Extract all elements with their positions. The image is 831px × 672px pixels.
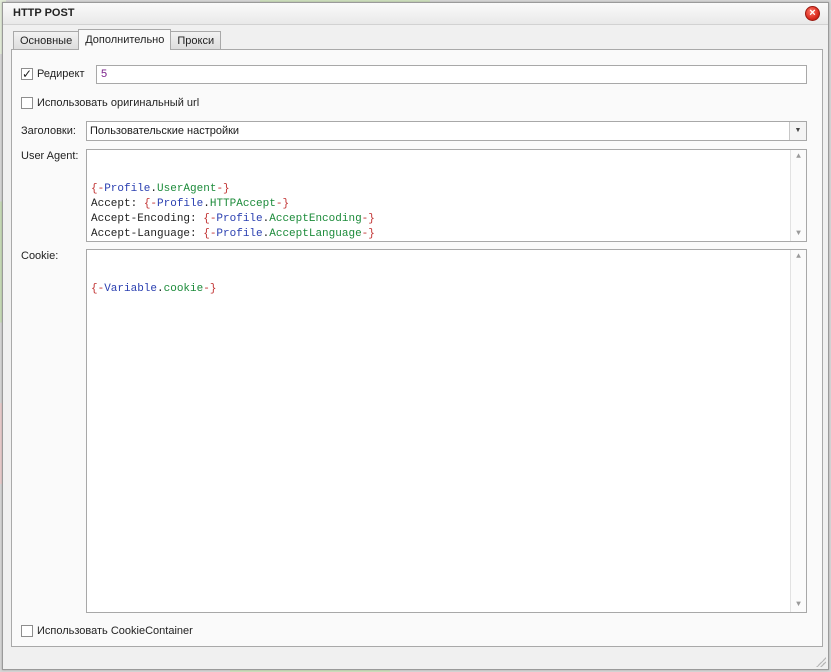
cookie-text: {-Variable.cookie-}: [91, 282, 802, 297]
http-post-dialog: HTTP POST × Основные Дополнительно Прокс…: [2, 2, 829, 670]
code-line: Accept-Encoding: {-Profile.AcceptEncodin…: [91, 212, 802, 227]
code-token: Profile: [216, 228, 263, 240]
dropdown-arrow[interactable]: ▼: [789, 122, 806, 140]
tab-proxy[interactable]: Прокси: [170, 31, 222, 50]
scroll-down-arrow[interactable]: ▼: [791, 598, 806, 612]
title-bar[interactable]: HTTP POST ×: [3, 3, 828, 25]
code-line: {-Variable.cookie-}: [91, 282, 802, 297]
code-token: Variable: [104, 283, 158, 295]
headers-dropdown[interactable]: Пользовательские настройки ▼: [86, 121, 807, 141]
tab-strip: Основные Дополнительно Прокси: [13, 29, 222, 50]
code-token: -}: [203, 283, 217, 295]
close-button[interactable]: ×: [805, 6, 820, 21]
redirect-checkbox[interactable]: ✓: [21, 68, 33, 80]
original-url-label: Использовать оригинальный url: [37, 97, 200, 109]
code-token: Accept-Language:: [91, 228, 204, 240]
cookie-editor[interactable]: {-Variable.cookie-} ▲ ▼: [86, 249, 807, 613]
vertical-scrollbar[interactable]: ▲ ▼: [790, 150, 806, 241]
code-token: -}: [275, 198, 290, 210]
code-token: Profile: [216, 213, 263, 225]
user-agent-text: {-Profile.UserAgent-} Accept: {-Profile.H…: [91, 182, 802, 241]
headers-selected-value: Пользовательские настройки: [90, 125, 240, 137]
chevron-down-icon: ▼: [794, 127, 802, 134]
window-title: HTTP POST: [13, 7, 75, 19]
code-token: {-: [91, 283, 105, 295]
cookie-container-label: Использовать CookieContainer: [37, 625, 193, 637]
original-url-checkbox[interactable]: [21, 97, 33, 109]
code-token: Profile: [157, 198, 204, 210]
code-line: Accept: {-Profile.HTTPAccept-}: [91, 197, 802, 212]
scroll-up-arrow[interactable]: ▲: [791, 150, 806, 164]
code-token: Profile: [104, 183, 151, 195]
code-token: {-: [143, 198, 158, 210]
tab-panel-dopolnitelno: ✓ Редирект 5 Использовать оригинальный u…: [11, 49, 823, 647]
tab-osnovnye[interactable]: Основные: [13, 31, 80, 50]
code-token: -}: [361, 228, 375, 240]
user-agent-label: User Agent:: [21, 150, 79, 162]
code-token: {-: [203, 213, 217, 225]
code-token: AcceptEncoding: [269, 213, 362, 225]
code-token: {-: [91, 183, 105, 195]
code-token: Accept:: [91, 198, 144, 210]
code-token: -}: [361, 213, 375, 225]
code-token: .: [157, 283, 164, 295]
code-token: cookie: [163, 283, 204, 295]
scroll-up-arrow[interactable]: ▲: [791, 250, 806, 264]
redirect-count-input[interactable]: 5: [96, 65, 807, 84]
close-icon: ×: [809, 7, 816, 19]
code-line: Accept-Language: {-Profile.AcceptLanguag…: [91, 227, 802, 241]
check-icon: ✓: [22, 67, 33, 81]
code-token: {-: [203, 228, 217, 240]
resize-grip[interactable]: [816, 657, 826, 667]
scroll-down-arrow[interactable]: ▼: [791, 227, 806, 241]
code-line: {-Profile.UserAgent-}: [91, 182, 802, 197]
headers-label: Заголовки:: [21, 125, 76, 137]
redirect-label: Редирект: [37, 68, 85, 80]
code-token: AcceptLanguage: [269, 228, 362, 240]
code-token: UserAgent: [157, 183, 217, 195]
cookie-container-checkbox[interactable]: [21, 625, 33, 637]
code-token: Accept-Encoding:: [91, 213, 204, 225]
vertical-scrollbar[interactable]: ▲ ▼: [790, 250, 806, 612]
code-token: HTTPAccept: [209, 198, 276, 210]
cookie-label: Cookie:: [21, 250, 59, 262]
code-token: -}: [216, 183, 230, 195]
tab-dopolnitelno[interactable]: Дополнительно: [78, 29, 172, 50]
code-token: .: [203, 198, 210, 210]
user-agent-editor[interactable]: {-Profile.UserAgent-} Accept: {-Profile.H…: [86, 149, 807, 242]
